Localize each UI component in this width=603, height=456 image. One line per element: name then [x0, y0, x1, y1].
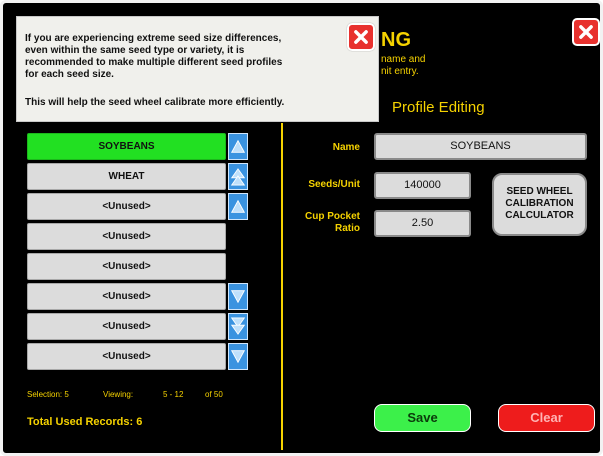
double-arrow-up-icon — [230, 168, 246, 186]
popup-text-line: for each seed size. — [25, 69, 114, 80]
popup-text-line: recommended to make multiple different s… — [25, 57, 283, 68]
page-title: NG — [381, 29, 411, 51]
cup-pocket-ratio-label-line: Ratio — [335, 223, 360, 234]
popup-text-line: This will help the seed wheel calibrate … — [25, 97, 285, 108]
arrow-down-icon — [230, 290, 246, 304]
profile-list-item[interactable]: <Unused> — [27, 223, 226, 250]
name-field[interactable]: SOYBEANS — [374, 133, 587, 160]
profile-list-item[interactable]: <Unused> — [27, 313, 226, 340]
selection-status: Selection: 5 — [27, 390, 69, 399]
seed-wheel-calibration-calculator-button[interactable]: SEED WHEEL CALIBRATION CALCULATOR — [492, 173, 587, 236]
close-popup-button[interactable] — [347, 23, 375, 51]
total-records: Total Used Records: 6 — [27, 416, 143, 428]
warning-popup: If you are experiencing extreme seed siz… — [16, 16, 379, 122]
profile-list-item[interactable]: <Unused> — [27, 193, 226, 220]
profile-list-item[interactable]: <Unused> — [27, 343, 226, 370]
close-icon — [354, 30, 368, 44]
page-subtitle: name and nit entry. — [381, 54, 425, 78]
seeds-per-unit-field[interactable]: 140000 — [374, 172, 471, 199]
viewing-total: of 50 — [205, 390, 223, 399]
cup-pocket-ratio-label: Cup Pocket Ratio — [293, 211, 360, 235]
profile-list-item[interactable]: <Unused> — [27, 283, 226, 310]
scroll-down-fast-button[interactable] — [228, 313, 248, 340]
section-title: Profile Editing — [392, 99, 485, 116]
cup-pocket-ratio-field[interactable]: 2.50 — [374, 210, 471, 237]
calc-button-line: CALIBRATION — [505, 198, 574, 209]
viewing-label: Viewing: — [103, 390, 134, 399]
calc-button-line: CALCULATOR — [505, 210, 574, 221]
viewing-range: 5 - 12 — [163, 390, 184, 399]
calc-button-line: SEED WHEEL — [506, 186, 573, 197]
scroll-up-fast-button[interactable] — [228, 163, 248, 190]
clear-button[interactable]: Clear — [498, 404, 595, 432]
scroll-bottom-button[interactable] — [228, 343, 248, 370]
name-label: Name — [332, 142, 360, 153]
scroll-down-button[interactable] — [228, 283, 248, 310]
close-icon — [579, 25, 593, 39]
popup-text-line: even within the same seed type or variet… — [25, 45, 245, 56]
subtitle-line: name and — [381, 54, 426, 65]
seeds-per-unit-label: Seeds/Unit — [308, 179, 360, 190]
page-down-icon — [230, 350, 246, 364]
panel-divider — [281, 123, 283, 450]
double-arrow-down-icon — [230, 317, 246, 335]
cup-pocket-ratio-label-line: Cup Pocket — [304, 211, 360, 222]
profile-list-item[interactable]: WHEAT — [27, 163, 226, 190]
subtitle-line: nit entry. — [381, 66, 419, 77]
app-screen: NG name and nit entry. Profile Editing I… — [0, 0, 603, 456]
profile-list-item[interactable]: SOYBEANS — [27, 133, 226, 160]
arrow-up-icon — [230, 139, 246, 153]
scroll-top-button[interactable] — [228, 193, 248, 220]
close-screen-button[interactable] — [572, 18, 600, 46]
scroll-up-button[interactable] — [228, 133, 248, 160]
profile-list-item[interactable]: <Unused> — [27, 253, 226, 280]
page-up-icon — [230, 199, 246, 213]
popup-text-line: If you are experiencing extreme seed siz… — [25, 33, 282, 44]
save-button[interactable]: Save — [374, 404, 471, 432]
